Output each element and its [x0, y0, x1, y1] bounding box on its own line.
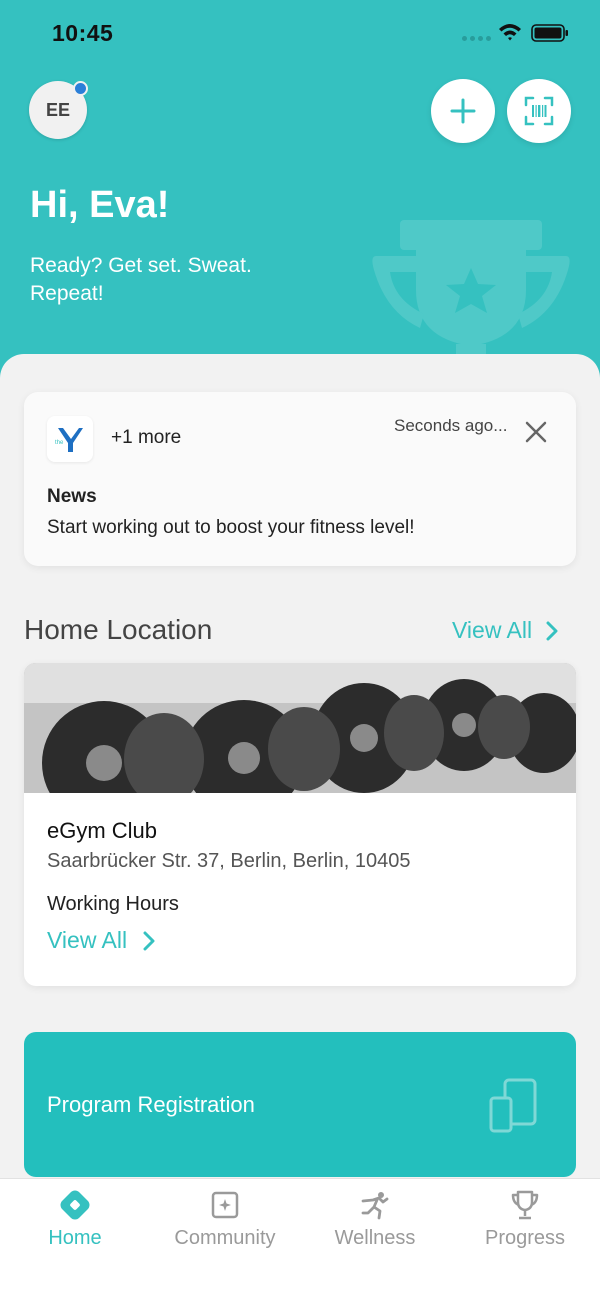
trophy-watermark-icon: [372, 220, 570, 370]
chevron-right-icon: [546, 621, 558, 640]
notification-time: Seconds ago...: [394, 416, 508, 435]
home-icon: [60, 1190, 90, 1220]
tab-home[interactable]: Home: [0, 1179, 150, 1279]
working-hours-view-all-link[interactable]: View All: [47, 927, 155, 954]
battery-icon: [531, 24, 568, 42]
gym-dumbbells-image: [24, 663, 576, 793]
cellular-signal-icon: [462, 36, 492, 42]
logo-text: the: [55, 440, 64, 446]
notification-card[interactable]: the +1 more Seconds ago... News Start wo…: [24, 392, 576, 566]
ymca-logo: the: [47, 416, 93, 462]
program-registration-card[interactable]: Program Registration: [24, 1032, 576, 1177]
club-address: Saarbrücker Str. 37, Berlin, Berlin, 104…: [47, 850, 411, 872]
home-location-heading: Home Location: [24, 614, 213, 645]
bottom-tab-bar: Home Community Wellness Progress: [0, 1178, 600, 1299]
program-registration-label: Program Registration: [47, 1092, 255, 1117]
tab-label: Community: [174, 1227, 276, 1249]
greeting-tagline: Ready? Get set. Sweat. Repeat!: [30, 254, 252, 305]
working-hours-label: Working Hours: [47, 893, 179, 915]
devices-icon: [489, 1078, 537, 1133]
home-location-view-all-link[interactable]: View All: [452, 617, 558, 644]
community-icon: [211, 1191, 239, 1219]
wellness-icon: [361, 1192, 389, 1220]
add-button[interactable]: [431, 79, 495, 143]
notification-more-count: +1 more: [111, 427, 182, 448]
home-location-card[interactable]: eGym Club Saarbrücker Str. 37, Berlin, B…: [24, 663, 576, 986]
close-icon[interactable]: [524, 420, 548, 444]
barcode-scan-icon: [524, 96, 554, 126]
wifi-icon: [499, 24, 521, 41]
scan-barcode-button[interactable]: [507, 79, 571, 143]
tab-community[interactable]: Community: [150, 1179, 300, 1279]
notification-body: Start working out to boost your fitness …: [47, 517, 415, 538]
club-name: eGym Club: [47, 818, 158, 843]
view-all-label: View All: [452, 617, 533, 643]
chevron-right-icon: [143, 931, 155, 950]
trophy-icon: [511, 1190, 539, 1220]
tab-wellness[interactable]: Wellness: [300, 1179, 450, 1279]
tab-label: Wellness: [334, 1227, 416, 1249]
view-all-label: View All: [47, 927, 128, 953]
tab-label: Home: [48, 1227, 102, 1249]
plus-icon: [450, 98, 476, 124]
status-bar: 10:45: [0, 0, 600, 64]
status-time: 10:45: [52, 20, 114, 46]
notification-dot: [73, 81, 88, 96]
notification-title: News: [47, 486, 97, 507]
greeting-title: Hi, Eva!: [30, 184, 170, 226]
tab-progress[interactable]: Progress: [450, 1179, 600, 1279]
tab-label: Progress: [484, 1227, 566, 1249]
